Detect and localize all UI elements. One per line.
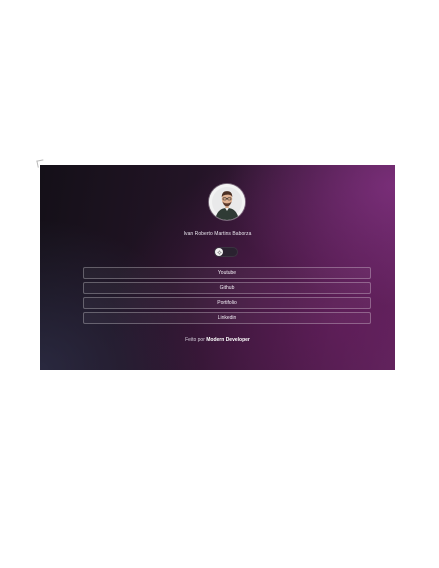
avatar — [209, 184, 245, 220]
youtube-link-button[interactable]: Youtube — [83, 267, 371, 279]
toggle-knob — [215, 248, 223, 256]
github-link-button[interactable]: Github — [83, 282, 371, 294]
footer-prefix: Feito por — [185, 337, 205, 343]
profile-name: Ivan Roberto Martins Baborza — [183, 231, 252, 237]
profile-card: Ivan Roberto Martins Baborza Youtube Git… — [40, 165, 395, 370]
sun-icon — [216, 249, 222, 255]
footer-author: Modern Developer — [206, 337, 250, 343]
link-list: Youtube Github Portifolio Linkedin — [83, 267, 371, 327]
theme-toggle[interactable] — [214, 247, 238, 257]
portfolio-link-button[interactable]: Portifolio — [83, 297, 371, 309]
user-avatar-icon — [209, 184, 245, 220]
footer-credit: Feito por Modern Developer — [40, 337, 395, 343]
page: Ivan Roberto Martins Baborza Youtube Git… — [0, 0, 439, 568]
linkedin-link-button[interactable]: Linkedin — [83, 312, 371, 324]
